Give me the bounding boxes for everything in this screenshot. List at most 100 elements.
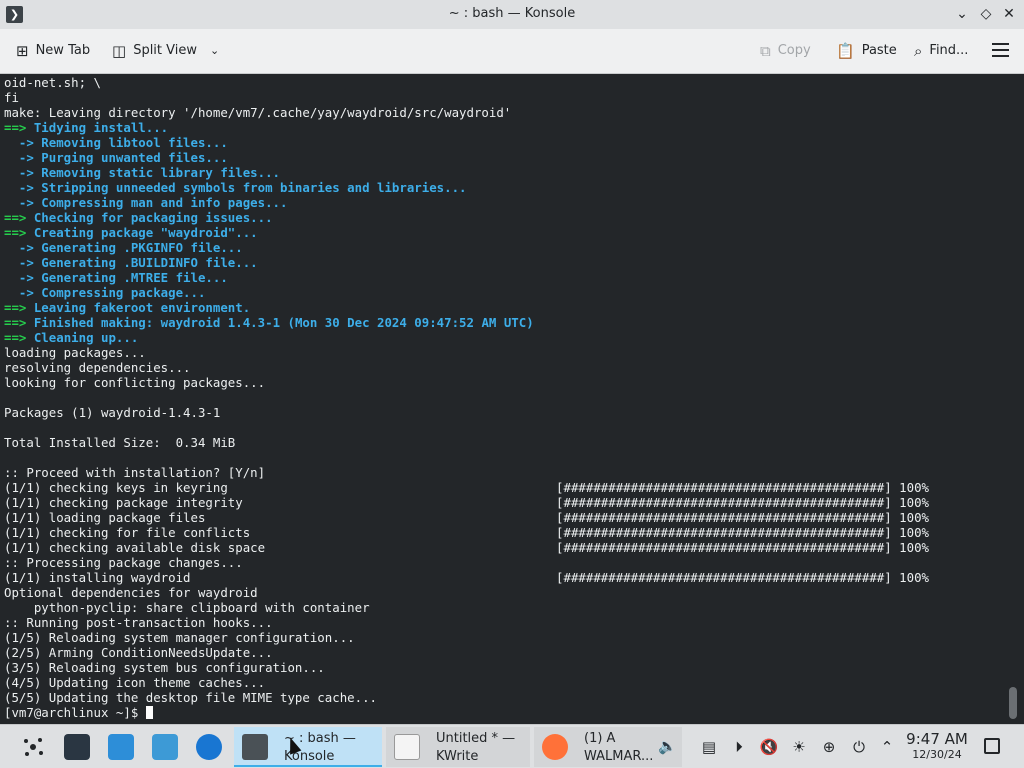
- line-text: Generating .PKGINFO file...: [33, 240, 243, 255]
- line-prefix: ==>: [4, 315, 27, 330]
- media-player-icon[interactable]: ⏵: [729, 738, 749, 756]
- title-bar[interactable]: ❯ ~ : bash — Konsole ⌄ ◇ ✕: [0, 0, 1024, 29]
- terminal-line: Packages (1) waydroid-1.4.3-1: [4, 405, 220, 420]
- split-view-icon: ◫: [112, 42, 127, 60]
- terminal-line: Optional dependencies for waydroid: [4, 585, 258, 600]
- chromium-browser-icon[interactable]: [196, 734, 222, 760]
- paste-icon: 📋: [836, 42, 855, 60]
- line-text: make: Leaving directory '/home/vm7/.cach…: [4, 105, 512, 120]
- terminal-line: (1/5) Reloading system manager configura…: [4, 630, 355, 645]
- clipboard-icon[interactable]: ▤: [699, 738, 719, 756]
- copy-icon: ⧉: [760, 42, 771, 60]
- dolphin-file-manager-icon[interactable]: [152, 734, 178, 760]
- terminal-line: -> Generating .MTREE file...: [4, 270, 228, 285]
- line-text: resolving dependencies...: [4, 360, 191, 375]
- terminal-line: -> Generating .PKGINFO file...: [4, 240, 243, 255]
- taskbar: ~ : bash — Konsole Untitled * — KWrite (…: [0, 724, 1024, 768]
- clock-time: 9:47 AM: [906, 730, 968, 748]
- line-text: (1/1) checking keys in keyring [########…: [4, 480, 930, 495]
- speaker-icon[interactable]: 🔈: [658, 737, 677, 755]
- system-settings-icon[interactable]: [64, 734, 90, 760]
- terminal-line: (1/1) checking package integrity [######…: [4, 495, 929, 510]
- task-konsole[interactable]: ~ : bash — Konsole: [234, 727, 382, 767]
- maximize-button[interactable]: ◇: [976, 4, 996, 24]
- discover-store-icon[interactable]: [108, 734, 134, 760]
- terminal-output[interactable]: oid-net.sh; \ fi make: Leaving directory…: [4, 75, 929, 720]
- terminal-line: -> Compressing man and info pages...: [4, 195, 288, 210]
- line-text: Generating .MTREE file...: [33, 270, 228, 285]
- close-button[interactable]: ✕: [999, 4, 1019, 24]
- copy-label: Copy: [777, 43, 811, 58]
- line-text: :: Proceed with installation? [Y/n]: [4, 465, 266, 480]
- kwrite-task-icon: [394, 734, 420, 760]
- brightness-icon[interactable]: ☀: [789, 738, 809, 756]
- terminal-line: loading packages...: [4, 345, 146, 360]
- terminal-line: fi: [4, 90, 19, 105]
- line-text: python-pyclip: share clipboard with cont…: [4, 600, 370, 615]
- line-text: (2/5) Arming ConditionNeedsUpdate...: [4, 645, 273, 660]
- terminal-line: make: Leaving directory '/home/vm7/.cach…: [4, 105, 511, 120]
- new-tab-icon: ⊞: [16, 42, 29, 60]
- line-prefix: ->: [4, 180, 34, 195]
- line-text: Finished making: waydroid 1.4.3-1 (Mon 3…: [26, 315, 534, 330]
- power-icon[interactable]: ⏻: [849, 738, 869, 756]
- paste-button[interactable]: 📋 Paste: [836, 41, 897, 61]
- line-text: :: Running post-transaction hooks...: [4, 615, 273, 630]
- terminal-line: ==> Finished making: waydroid 1.4.3-1 (M…: [4, 315, 534, 330]
- terminal-line: :: Proceed with installation? [Y/n]: [4, 465, 265, 480]
- line-prefix: ->: [4, 150, 34, 165]
- line-prefix: ==>: [4, 300, 27, 315]
- terminal-line: ==> Creating package "waydroid"...: [4, 225, 258, 240]
- line-text: Optional dependencies for waydroid: [4, 585, 258, 600]
- copy-button[interactable]: ⧉ Copy: [760, 41, 811, 61]
- terminal-view[interactable]: oid-net.sh; \ fi make: Leaving directory…: [0, 74, 1024, 724]
- paste-label: Paste: [861, 43, 897, 58]
- application-launcher-icon[interactable]: [20, 734, 46, 760]
- terminal-scrollbar[interactable]: [1009, 687, 1017, 719]
- terminal-line: oid-net.sh; \: [4, 75, 101, 90]
- find-label: Find...: [929, 43, 969, 58]
- chevron-up-icon[interactable]: ⌃: [877, 738, 897, 756]
- line-text: Leaving fakeroot environment.: [26, 300, 251, 315]
- terminal-line: resolving dependencies...: [4, 360, 191, 375]
- chevron-down-icon[interactable]: ⌄: [210, 41, 219, 61]
- line-text: Creating package "waydroid"...: [26, 225, 258, 240]
- search-icon: ⌕: [914, 42, 923, 60]
- network-icon[interactable]: ⊕: [819, 738, 839, 756]
- digital-clock[interactable]: 9:47 AM 12/30/24: [904, 730, 970, 762]
- line-text: (4/5) Updating icon theme caches...: [4, 675, 266, 690]
- terminal-line: python-pyclip: share clipboard with cont…: [4, 600, 370, 615]
- shell-prompt[interactable]: [vm7@archlinux ~]$: [4, 705, 146, 720]
- line-text: fi: [4, 90, 19, 105]
- konsole-toolbar: ⊞ New Tab ◫ Split View ⌄ ⧉ Copy 📋 Paste …: [0, 29, 1024, 74]
- show-desktop-icon[interactable]: [984, 738, 1000, 754]
- hamburger-menu-icon[interactable]: [992, 43, 1009, 61]
- find-button[interactable]: ⌕ Find...: [914, 41, 968, 61]
- line-prefix: ->: [4, 285, 34, 300]
- konsole-task-icon: [242, 734, 268, 760]
- volume-muted-icon[interactable]: 🔇: [759, 738, 779, 756]
- minimize-button[interactable]: ⌄: [952, 4, 972, 24]
- line-text: (5/5) Updating the desktop file MIME typ…: [4, 690, 377, 705]
- line-text: Total Installed Size: 0.34 MiB: [4, 435, 236, 450]
- line-text: (3/5) Reloading system bus configuration…: [4, 660, 325, 675]
- line-text: (1/1) checking available disk space [###…: [4, 540, 930, 555]
- task-label: Untitled * — KWrite: [436, 731, 516, 764]
- terminal-line: ==> Checking for packaging issues...: [4, 210, 273, 225]
- terminal-line: (5/5) Updating the desktop file MIME typ…: [4, 690, 377, 705]
- line-prefix: ==>: [4, 330, 27, 345]
- line-text: Tidying install...: [26, 120, 169, 135]
- line-text: Compressing package...: [33, 285, 206, 300]
- terminal-line: ==> Cleaning up...: [4, 330, 138, 345]
- terminal-line: -> Stripping unneeded symbols from binar…: [4, 180, 467, 195]
- line-text: (1/1) checking for file conflicts [#####…: [4, 525, 930, 540]
- terminal-line: ==> Tidying install...: [4, 120, 168, 135]
- terminal-line: -> Compressing package...: [4, 285, 206, 300]
- task-firefox[interactable]: (1) A WALMAR... 🔈: [534, 727, 682, 767]
- terminal-line: (1/1) checking keys in keyring [########…: [4, 480, 929, 495]
- terminal-line: (1/1) installing waydroid [#############…: [4, 570, 929, 585]
- line-prefix: ==>: [4, 120, 27, 135]
- new-tab-button[interactable]: ⊞ New Tab: [16, 41, 90, 61]
- split-view-button[interactable]: ◫ Split View ⌄: [112, 41, 219, 61]
- task-kwrite[interactable]: Untitled * — KWrite: [386, 727, 530, 767]
